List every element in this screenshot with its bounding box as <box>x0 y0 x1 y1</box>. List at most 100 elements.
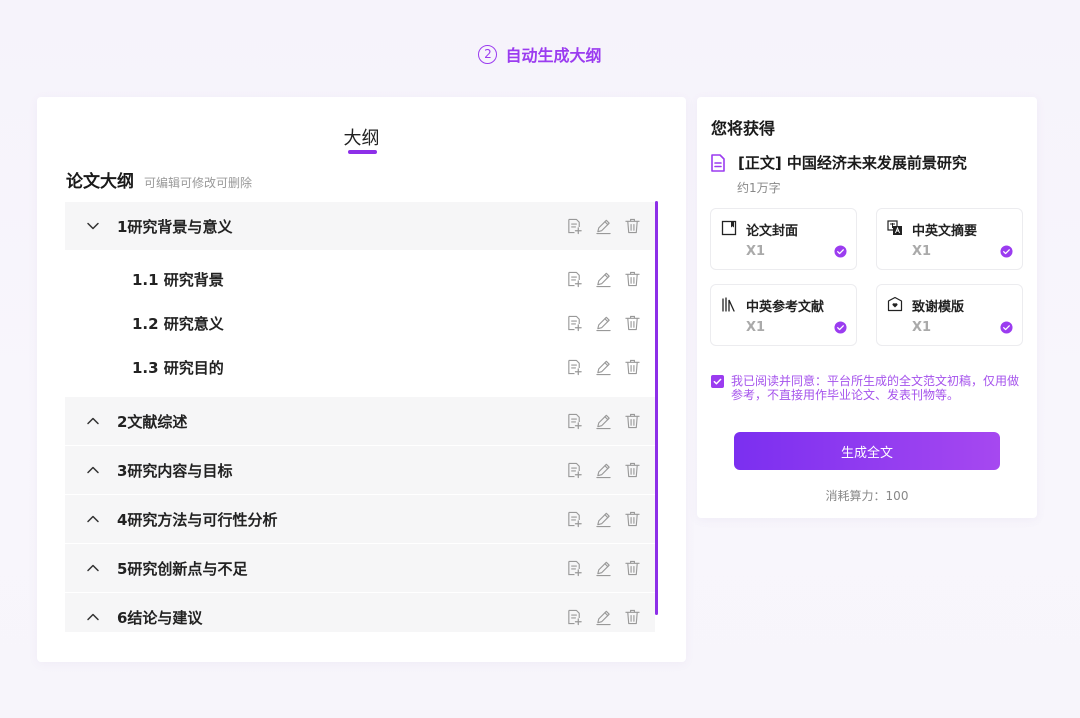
tile-quantity: X1 <box>746 320 766 335</box>
step-number: 2 <box>478 44 498 64</box>
add-sub-icon[interactable] <box>566 609 583 626</box>
edit-icon[interactable] <box>595 271 612 288</box>
document-icon <box>711 153 725 172</box>
add-sub-icon[interactable] <box>566 462 583 479</box>
deliverable-tiles: 论文封面 X1 中英文摘要 X1 中英参考文献 X1 致谢模版 X1 <box>710 208 1023 346</box>
section-label[interactable]: 1研究背景与意义 <box>117 216 232 237</box>
books-icon <box>722 297 735 312</box>
edit-icon[interactable] <box>595 609 612 626</box>
check-circle-icon <box>834 321 847 334</box>
delete-icon[interactable] <box>624 315 641 332</box>
chevron-up-icon[interactable] <box>85 511 101 527</box>
outline-section[interactable]: 5研究创新点与不足 <box>65 544 655 593</box>
delete-icon[interactable] <box>624 271 641 288</box>
tile-quantity: X1 <box>912 320 932 335</box>
outline-subsection[interactable]: 1.3 研究目的 <box>65 345 655 389</box>
outline-subsection[interactable]: 1.2 研究意义 <box>65 301 655 345</box>
section-label[interactable]: 5研究创新点与不足 <box>117 558 247 579</box>
edit-icon[interactable] <box>595 560 612 577</box>
edit-icon[interactable] <box>595 462 612 479</box>
subsection-label[interactable]: 1.1 研究背景 <box>132 269 224 290</box>
deliverable-tile[interactable]: 中英文摘要 X1 <box>876 208 1023 270</box>
check-circle-icon <box>1000 321 1013 334</box>
tile-name: 致谢模版 <box>912 300 965 315</box>
chevron-up-icon[interactable] <box>85 413 101 429</box>
tab-outline[interactable]: 大纲 <box>37 124 686 150</box>
outline-hint: 可编辑可修改可删除 <box>144 176 253 190</box>
add-sub-icon[interactable] <box>566 511 583 528</box>
delete-icon[interactable] <box>624 462 641 479</box>
deliverable-tile[interactable]: 致谢模版 X1 <box>876 284 1023 346</box>
subsection-label[interactable]: 1.2 研究意义 <box>132 313 224 334</box>
section-actions <box>566 609 641 626</box>
section-label[interactable]: 2文献综述 <box>117 411 187 432</box>
edit-icon[interactable] <box>595 359 612 376</box>
outline-section[interactable]: 4研究方法与可行性分析 <box>65 495 655 544</box>
step-label: 自动生成大纲 <box>505 46 602 65</box>
tile-name: 论文封面 <box>746 224 799 239</box>
step-title: 2 自动生成大纲 <box>0 42 1080 66</box>
chevron-down-icon[interactable] <box>85 218 101 234</box>
section-actions <box>566 511 641 528</box>
delete-icon[interactable] <box>624 413 641 430</box>
deliverable-tile[interactable]: 论文封面 X1 <box>710 208 857 270</box>
section-label[interactable]: 4研究方法与可行性分析 <box>117 509 277 530</box>
outline-subsection[interactable]: 1.1 研究背景 <box>65 257 655 301</box>
deliverable-tile[interactable]: 中英参考文献 X1 <box>710 284 857 346</box>
tile-name: 中英参考文献 <box>746 300 825 315</box>
add-sub-icon[interactable] <box>566 315 583 332</box>
section-label[interactable]: 6结论与建议 <box>117 607 202 628</box>
tile-quantity: X1 <box>912 244 932 259</box>
summary-heading: 您将获得 <box>711 119 776 138</box>
outline-title: 论文大纲 <box>66 172 134 192</box>
cost-label: 消耗算力：100 <box>825 489 909 503</box>
translate-icon <box>887 220 902 235</box>
add-sub-icon[interactable] <box>566 560 583 577</box>
add-sub-icon[interactable] <box>566 271 583 288</box>
doc-row: [正文] 中国经济未来发展前景研究 <box>710 152 967 173</box>
outline-list: 1研究背景与意义 1.1 研究背景 1.2 研究意义 1.3 研究目的 2文献综… <box>65 202 655 632</box>
outline-section[interactable]: 3研究内容与目标 <box>65 446 655 495</box>
outline-section[interactable]: 6结论与建议 <box>65 593 655 632</box>
delete-icon[interactable] <box>624 609 641 626</box>
edit-icon[interactable] <box>595 413 612 430</box>
agree-checkbox[interactable] <box>711 375 724 388</box>
subsection-actions <box>566 315 641 332</box>
edit-icon[interactable] <box>595 218 612 235</box>
agreement-text: 我已阅读并同意：平台所生成的全文范文初稿，仅用做参考，不直接用作毕业论文、发表刊… <box>731 374 1020 402</box>
thanks-icon <box>887 296 903 312</box>
doc-length: 约1万字 <box>737 181 781 195</box>
section-label[interactable]: 3研究内容与目标 <box>117 460 232 481</box>
scrollbar[interactable] <box>655 201 658 615</box>
subsection-label[interactable]: 1.3 研究目的 <box>132 357 224 378</box>
tile-name: 中英文摘要 <box>912 224 978 239</box>
tile-quantity: X1 <box>746 244 766 259</box>
chevron-up-icon[interactable] <box>85 609 101 625</box>
delete-icon[interactable] <box>624 218 641 235</box>
delete-icon[interactable] <box>624 511 641 528</box>
add-sub-icon[interactable] <box>566 413 583 430</box>
agreement: 我已阅读并同意：平台所生成的全文范文初稿，仅用做参考，不直接用作毕业论文、发表刊… <box>711 374 1026 402</box>
outline-section[interactable]: 1研究背景与意义 <box>65 202 655 251</box>
chevron-up-icon[interactable] <box>85 560 101 576</box>
subsection-actions <box>566 359 641 376</box>
generate-button[interactable]: 生成全文 <box>734 432 1000 470</box>
section-actions <box>566 462 641 479</box>
subsection-actions <box>566 271 641 288</box>
outline-section[interactable]: 2文献综述 <box>65 397 655 446</box>
delete-icon[interactable] <box>624 560 641 577</box>
add-sub-icon[interactable] <box>566 218 583 235</box>
add-sub-icon[interactable] <box>566 359 583 376</box>
outline-panel: 大纲 论文大纲 可编辑可修改可删除 1研究背景与意义 1.1 研究背景 1.2 … <box>37 97 686 662</box>
outline-header: 论文大纲 可编辑可修改可删除 <box>66 167 252 192</box>
edit-icon[interactable] <box>595 511 612 528</box>
section-actions <box>566 218 641 235</box>
check-circle-icon <box>1000 245 1013 258</box>
check-circle-icon <box>834 245 847 258</box>
edit-icon[interactable] <box>595 315 612 332</box>
cover-icon <box>721 220 737 236</box>
section-actions <box>566 560 641 577</box>
delete-icon[interactable] <box>624 359 641 376</box>
chevron-up-icon[interactable] <box>85 462 101 478</box>
section-actions <box>566 413 641 430</box>
